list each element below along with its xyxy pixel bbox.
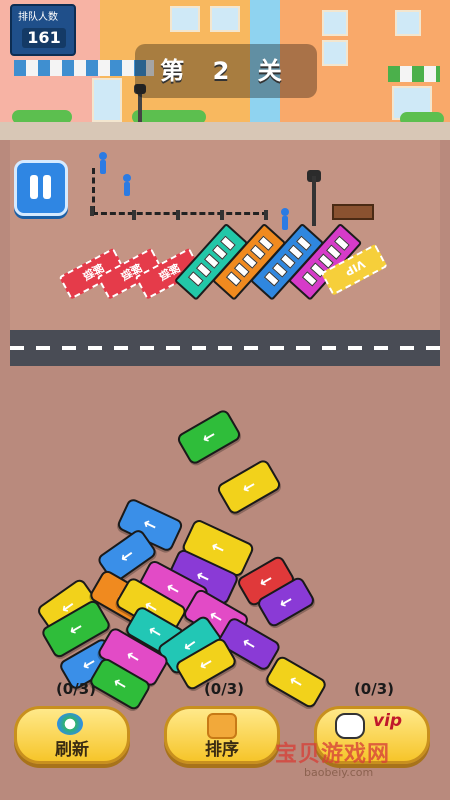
watermark-text: 宝贝游戏网 xyxy=(275,742,391,767)
sort-count: (0/3) xyxy=(203,680,245,698)
refresh-count: (0/3) xyxy=(55,680,97,698)
watermark-url: baobeiy.com xyxy=(304,766,374,779)
road-lane-line xyxy=(10,346,440,350)
queue-counter-panel: 排队人数 161 xyxy=(10,4,76,56)
sidewalk xyxy=(0,122,450,140)
level-banner: 第 2 关 xyxy=(135,44,317,98)
rope-post xyxy=(176,210,180,220)
shop-awning xyxy=(14,60,154,76)
level-title: 第 2 关 xyxy=(160,57,292,85)
rope-post xyxy=(264,210,268,220)
rope-post xyxy=(90,206,94,216)
pause-icon xyxy=(30,175,38,199)
queue-passenger xyxy=(98,152,108,174)
queue-label: 排队人数 xyxy=(18,12,58,23)
sort-button[interactable]: 排序 xyxy=(164,706,280,764)
queue-passenger xyxy=(280,208,290,230)
lamp-post xyxy=(312,176,316,226)
queue-passenger xyxy=(122,174,132,196)
vip-count: (0/3) xyxy=(353,680,395,698)
refresh-icon xyxy=(57,713,83,735)
pause-icon xyxy=(43,175,51,199)
vip-label: vip xyxy=(373,711,403,731)
queue-count: 161 xyxy=(22,28,66,48)
queue-rope xyxy=(92,212,268,215)
bench-icon xyxy=(332,204,374,220)
rope-post xyxy=(132,210,136,220)
pause-button[interactable] xyxy=(14,160,68,216)
shop-awning xyxy=(388,66,440,82)
rope-post xyxy=(220,210,224,220)
refresh-label: 刷新 xyxy=(55,740,89,760)
sort-label: 排序 xyxy=(205,740,239,760)
refresh-button[interactable]: 刷新 xyxy=(14,706,130,764)
